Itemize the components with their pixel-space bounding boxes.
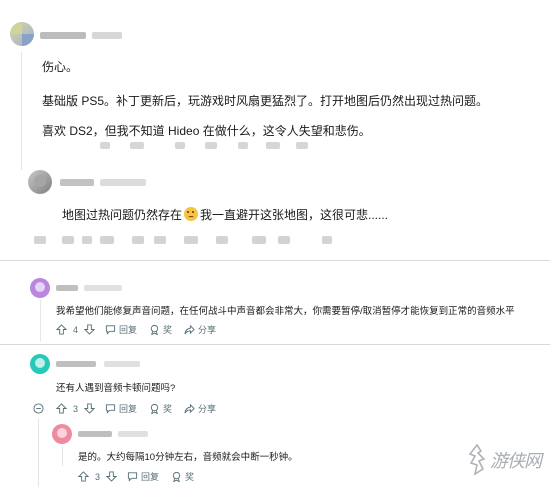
downvote-button[interactable] xyxy=(106,471,118,482)
timestamp-blurred xyxy=(100,179,146,186)
upvote-button[interactable] xyxy=(78,471,89,482)
share-label: 分享 xyxy=(198,325,217,335)
reply-label: 回复 xyxy=(119,325,138,335)
comment-body: 我希望他们能修复声音问题，在任何战斗中声音都会非常大，你需要暂停/取消暂停才能恢… xyxy=(56,306,515,317)
upvote-icon xyxy=(56,403,67,414)
timestamp-blurred xyxy=(118,431,148,437)
comment-body: 还有人遇到音频卡顿问题吗? xyxy=(56,383,176,394)
thread-line[interactable] xyxy=(62,446,63,466)
thread-line[interactable] xyxy=(40,300,41,342)
divider xyxy=(0,344,550,345)
comment-actions: 4 回复 奖 分享 xyxy=(56,323,216,336)
username-blurred[interactable] xyxy=(56,285,78,291)
watermark-text: 游侠网 xyxy=(490,451,542,472)
award-label: 奖 xyxy=(163,325,173,335)
comment-actions: 3 回复 奖 xyxy=(78,470,194,483)
comment-bubble-icon xyxy=(127,472,138,482)
avatar[interactable] xyxy=(30,354,50,374)
username-blurred[interactable] xyxy=(56,361,96,367)
comment-body: 地图过热问题仍然存在 我一直避开这张地图，这很可悲...... xyxy=(62,206,388,223)
thread-line[interactable] xyxy=(21,52,22,170)
timestamp-blurred xyxy=(84,285,122,291)
downvote-icon xyxy=(106,471,118,482)
reply-label: 回复 xyxy=(141,472,160,482)
award-icon xyxy=(172,471,181,482)
vote-count: 3 xyxy=(73,403,79,414)
reply-button[interactable]: 回复 xyxy=(127,470,159,483)
upvote-icon xyxy=(56,324,67,335)
username-blurred[interactable] xyxy=(40,32,86,39)
comment-bubble-icon xyxy=(105,325,116,335)
thread-line[interactable] xyxy=(38,418,39,487)
username-blurred[interactable] xyxy=(60,179,94,186)
comment-actions: 3 回复 奖 分享 xyxy=(33,402,216,415)
award-label: 奖 xyxy=(163,404,173,414)
action-row-blurred xyxy=(100,142,330,150)
timestamp-blurred xyxy=(104,361,140,367)
username-blurred[interactable] xyxy=(78,431,112,437)
award-icon xyxy=(150,403,159,414)
upvote-icon xyxy=(78,471,89,482)
award-icon xyxy=(150,324,159,335)
comment-body-line: 伤心。 xyxy=(42,60,79,74)
watermark: 游侠网 xyxy=(466,440,544,480)
downvote-button[interactable] xyxy=(84,403,96,414)
downvote-button[interactable] xyxy=(84,324,96,335)
comment-bubble-icon xyxy=(105,404,116,414)
share-button[interactable]: 分享 xyxy=(184,402,216,415)
vote-count: 3 xyxy=(95,471,101,482)
vote-count: 4 xyxy=(73,324,79,335)
avatar[interactable] xyxy=(52,424,72,444)
share-icon xyxy=(184,324,195,335)
award-label: 奖 xyxy=(185,472,195,482)
share-icon xyxy=(184,403,195,414)
downvote-icon xyxy=(84,403,96,414)
collapse-thread-button[interactable] xyxy=(33,403,44,414)
divider xyxy=(0,260,550,261)
sad-emoji-icon xyxy=(184,207,199,221)
downvote-icon xyxy=(84,324,96,335)
award-button[interactable]: 奖 xyxy=(171,470,194,483)
award-button[interactable]: 奖 xyxy=(149,323,172,336)
reply-label: 回复 xyxy=(119,404,138,414)
avatar[interactable] xyxy=(28,170,52,194)
upvote-button[interactable] xyxy=(56,324,67,335)
timestamp-blurred xyxy=(92,32,122,39)
reply-button[interactable]: 回复 xyxy=(105,402,137,415)
award-button[interactable]: 奖 xyxy=(149,402,172,415)
avatar[interactable] xyxy=(10,22,34,46)
comment-body: 是的。大约每隔10分钟左右，音频就会中断一秒钟。 xyxy=(78,452,298,463)
share-button[interactable]: 分享 xyxy=(184,323,216,336)
comment-body-line: 喜欢 DS2，但我不知道 Hideo 在做什么，这令人失望和悲伤。 xyxy=(42,124,371,138)
share-label: 分享 xyxy=(198,404,217,414)
comment-body-text: 地图过热问题仍然存在 xyxy=(62,208,183,222)
avatar[interactable] xyxy=(30,278,50,298)
watermark-logo-icon xyxy=(468,443,486,476)
comment-body-line: 基础版 PS5。补丁更新后，玩游戏时风扇更猛烈了。打开地图后仍然出现过热问题。 xyxy=(42,94,489,108)
upvote-button[interactable] xyxy=(56,403,67,414)
collapse-minus-icon xyxy=(33,403,44,414)
reply-button[interactable]: 回复 xyxy=(105,323,137,336)
action-row-blurred xyxy=(34,236,334,246)
comment-body-text: 我一直避开这张地图，这很可悲...... xyxy=(200,208,389,222)
